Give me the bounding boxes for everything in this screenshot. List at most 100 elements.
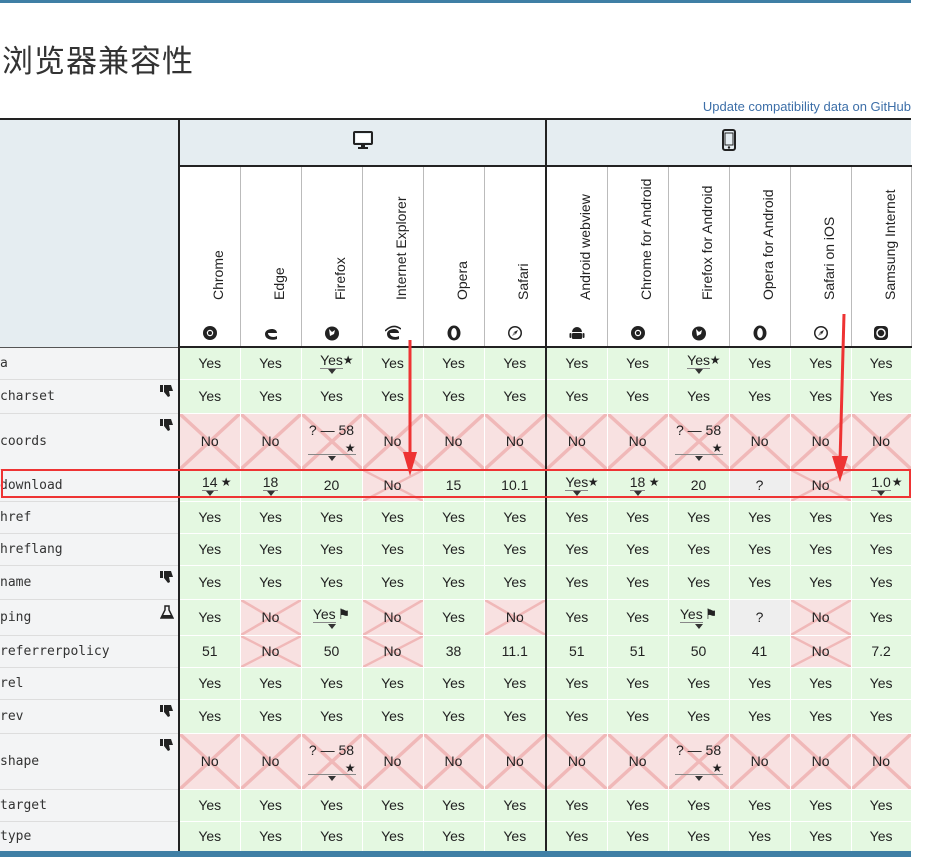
- firefox-icon: [691, 326, 706, 341]
- support-value: Yes: [626, 355, 649, 372]
- support-value: No: [261, 609, 280, 625]
- support-value: Yes: [320, 708, 343, 724]
- support-cell: 38: [423, 635, 485, 668]
- support-value: Yes: [869, 355, 893, 372]
- support-cell: Yes: [423, 379, 485, 414]
- support-cell: Yes: [790, 379, 852, 414]
- browser-header: Firefox: [301, 166, 363, 348]
- feature-row-referrerpolicy: referrerpolicy 51 No 50 No 38 11.1 51 51 50 41 No 7.…: [0, 635, 912, 668]
- platform-header-row: [0, 118, 912, 348]
- support-cell: Yes: [790, 501, 852, 534]
- support-value: Yes: [381, 388, 404, 404]
- support-cell: Yes: [851, 565, 912, 600]
- support-cell: Yes: [729, 379, 791, 414]
- support-cell[interactable]: Yes ★: [668, 347, 730, 380]
- star-icon: ★: [648, 475, 660, 489]
- support-cell[interactable]: 14 ★: [179, 469, 241, 502]
- support-cell: Yes: [851, 599, 912, 636]
- support-value: Yes: [626, 541, 649, 557]
- support-cell: Yes: [851, 789, 912, 822]
- support-cell[interactable]: Yes ⚑: [668, 599, 730, 636]
- feature-row-name: name Yes Yes Yes Yes Yes Yes Yes Yes Yes Yes Yes Yes: [0, 565, 912, 600]
- support-cell[interactable]: ? — 58 ★: [668, 413, 730, 470]
- support-cell[interactable]: 18 ★: [607, 469, 669, 502]
- star-icon: ★: [220, 475, 232, 489]
- support-value: Yes: [381, 675, 404, 691]
- browser-name: Safari on iOS: [820, 216, 837, 300]
- support-cell[interactable]: 1.0 ★: [851, 469, 912, 502]
- table-corner: [0, 118, 180, 348]
- support-cell: Yes: [484, 789, 548, 822]
- support-value: Yes: [565, 541, 589, 557]
- support-value: 18: [262, 474, 279, 491]
- support-value: Yes: [869, 675, 893, 691]
- support-cell[interactable]: ? — 58 ★: [301, 413, 363, 470]
- support-value: Yes: [687, 509, 710, 525]
- support-cell: No: [546, 413, 608, 470]
- chevron-down-icon: [266, 491, 275, 496]
- thumbs-down-icon: [160, 570, 174, 588]
- support-value: 38: [445, 643, 462, 659]
- support-value: ? — 58: [675, 741, 722, 758]
- support-cell[interactable]: ? — 58 ★: [668, 733, 730, 790]
- thumbs-down-icon: [160, 738, 174, 756]
- support-value: Yes: [320, 388, 343, 404]
- support-cell: Yes: [301, 565, 363, 600]
- support-value: Yes: [869, 574, 893, 590]
- support-value: Yes: [565, 574, 589, 590]
- support-value: Yes: [565, 509, 589, 525]
- feature-name: shape: [0, 753, 40, 769]
- support-cell[interactable]: Yes ⚑: [301, 599, 363, 636]
- support-value: Yes: [626, 609, 649, 625]
- support-value: Yes: [809, 828, 832, 844]
- support-cell: Yes: [851, 501, 912, 534]
- support-cell: Yes: [729, 699, 791, 734]
- support-value: Yes: [503, 797, 527, 813]
- support-cell[interactable]: ? — 58 ★: [301, 733, 363, 790]
- support-value: No: [872, 433, 891, 449]
- support-cell[interactable]: Yes ★: [301, 347, 363, 380]
- support-cell: Yes: [790, 667, 852, 700]
- chevron-down-icon: [572, 491, 581, 496]
- feature-name-cell: a: [0, 347, 180, 380]
- support-value: Yes: [503, 675, 527, 691]
- support-value: Yes: [381, 509, 404, 525]
- support-value: Yes: [198, 675, 222, 691]
- support-cell: No: [790, 635, 852, 668]
- support-cell: No: [607, 733, 669, 790]
- support-cell: Yes: [607, 501, 669, 534]
- support-cell: ?: [729, 469, 791, 502]
- support-value: Yes: [503, 708, 527, 724]
- flag-icon: ⚑: [337, 605, 351, 622]
- feature-name: href: [0, 509, 32, 525]
- support-value: 14: [201, 474, 218, 491]
- support-cell: Yes: [423, 599, 485, 636]
- chevron-down-icon: [694, 775, 703, 781]
- support-value: ?: [755, 609, 764, 625]
- feature-name-cell: href: [0, 501, 180, 534]
- support-cell: No: [851, 733, 912, 790]
- support-value: Yes: [626, 388, 649, 404]
- support-cell[interactable]: Yes ★: [546, 469, 608, 502]
- feature-row-hreflang: hreflang Yes Yes Yes Yes Yes Yes Yes Yes Yes Yes Ye…: [0, 533, 912, 566]
- support-cell: No: [179, 733, 241, 790]
- feature-name-cell: shape: [0, 733, 180, 790]
- support-value: 10.1: [501, 477, 529, 493]
- github-update-link[interactable]: Update compatibility data on GitHub: [703, 99, 911, 114]
- support-cell: Yes: [668, 379, 730, 414]
- support-cell: Yes: [790, 699, 852, 734]
- support-cell: Yes: [362, 347, 424, 380]
- support-value: Yes: [626, 574, 649, 590]
- support-cell: Yes: [484, 699, 548, 734]
- support-cell[interactable]: 18: [240, 469, 302, 502]
- support-cell: No: [484, 733, 548, 790]
- support-value: Yes: [198, 828, 222, 844]
- opera-icon: [447, 325, 460, 341]
- support-value: Yes: [320, 797, 343, 813]
- support-value: Yes: [442, 388, 465, 404]
- support-cell: Yes: [546, 699, 608, 734]
- support-cell: Yes: [179, 565, 241, 600]
- feature-name: rev: [0, 708, 24, 724]
- support-cell: Yes: [546, 379, 608, 414]
- support-cell: Yes: [301, 379, 363, 414]
